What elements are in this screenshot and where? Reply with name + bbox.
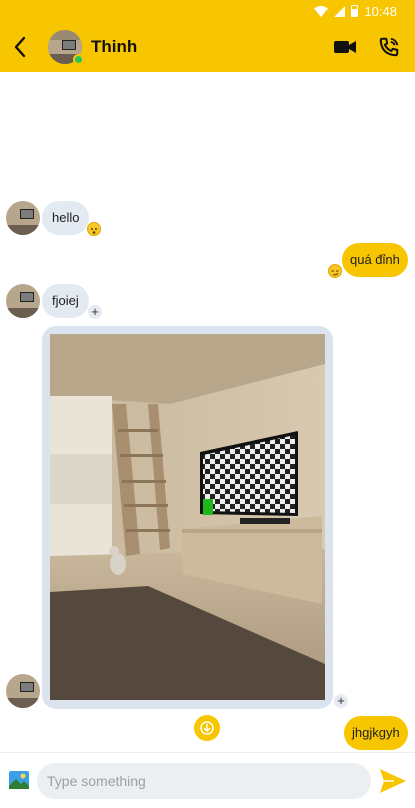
back-button[interactable] (2, 22, 38, 72)
status-bar: 10:48 (0, 0, 415, 22)
sender-avatar[interactable] (6, 674, 40, 708)
chevron-left-icon (14, 36, 26, 58)
wifi-icon (314, 5, 329, 17)
video-call-button[interactable] (323, 22, 367, 72)
battery-icon (351, 5, 359, 17)
message-list[interactable]: hello quá đỉnh fjoiej + + jhgjkgyh (0, 72, 415, 752)
phone-call-button[interactable] (367, 22, 411, 72)
arrow-down-icon (200, 721, 214, 735)
composer (0, 752, 415, 808)
online-status-dot (73, 54, 84, 65)
message-bubble-outgoing[interactable]: quá đỉnh (342, 243, 408, 277)
add-reaction-button[interactable]: + (88, 305, 102, 319)
video-call-icon (334, 41, 356, 53)
image-message[interactable] (42, 326, 333, 709)
phone-call-icon (379, 37, 399, 57)
contact-name: Thinh (91, 37, 138, 56)
surprised-emoji-icon[interactable] (87, 222, 101, 236)
message-bubble-outgoing[interactable]: jhgjkgyh (344, 716, 408, 750)
room-photo[interactable] (50, 334, 325, 700)
send-button[interactable] (378, 767, 408, 795)
image-gallery-icon (9, 771, 29, 789)
smirk-emoji-icon[interactable] (328, 264, 342, 278)
message-input[interactable] (37, 763, 371, 799)
gallery-button[interactable] (8, 770, 30, 790)
add-reaction-button[interactable]: + (334, 694, 348, 708)
status-time: 10:48 (364, 3, 397, 19)
sender-avatar[interactable] (6, 201, 40, 235)
message-bubble-incoming[interactable]: hello (42, 201, 90, 235)
send-icon (380, 769, 406, 793)
signal-icon (334, 5, 346, 17)
message-bubble-incoming[interactable]: fjoiej (42, 284, 89, 318)
sender-avatar[interactable] (6, 284, 40, 318)
contact-avatar[interactable] (48, 30, 84, 65)
chat-screen: 10:48 Thinh hello quá đỉnh fjoiej + + jh… (0, 0, 415, 808)
scroll-to-bottom-button[interactable] (194, 715, 220, 741)
chat-header: Thinh (0, 22, 415, 72)
